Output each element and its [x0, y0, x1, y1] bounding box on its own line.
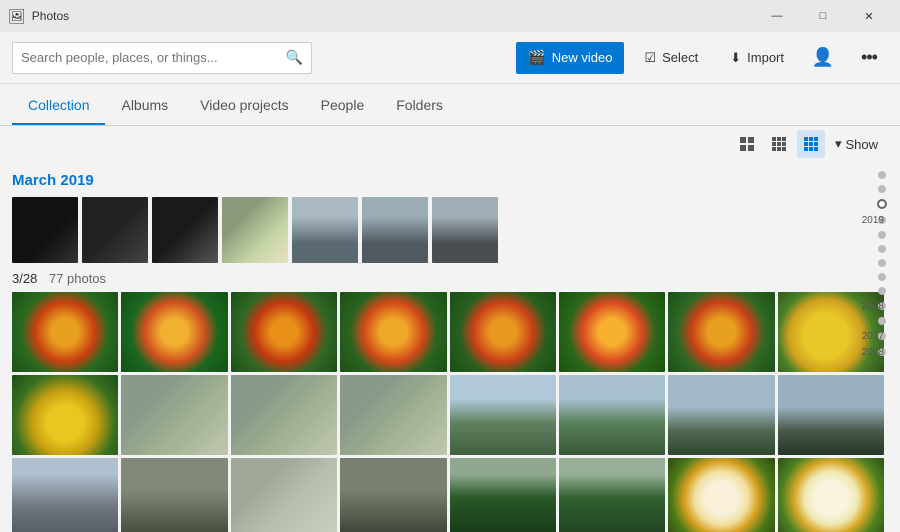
list-item[interactable] [432, 197, 498, 263]
date-label: 3/28 77 photos [12, 271, 884, 286]
list-item[interactable] [231, 458, 337, 532]
list-item[interactable] [12, 458, 118, 532]
list-item[interactable] [559, 375, 665, 455]
timeline-year-2017[interactable]: 2017 [862, 331, 884, 342]
view-options: ▾ Show [0, 126, 900, 160]
list-item[interactable] [12, 292, 118, 372]
list-item[interactable] [340, 292, 446, 372]
import-icon: ⬇ [730, 50, 741, 66]
nav-tabs: Collection Albums Video projects People … [0, 84, 900, 126]
list-item[interactable] [450, 375, 556, 455]
list-item[interactable] [121, 292, 227, 372]
import-button[interactable]: ⬇ Import [718, 42, 796, 74]
maximize-button[interactable]: □ [800, 0, 846, 32]
title-bar-controls: — □ ✕ [754, 0, 892, 32]
list-item[interactable] [121, 458, 227, 532]
timeline-dot[interactable] [878, 231, 886, 239]
list-item[interactable] [12, 375, 118, 455]
show-chevron-icon: ▾ [835, 136, 842, 152]
list-item[interactable] [668, 375, 774, 455]
list-item[interactable] [231, 292, 337, 372]
toolbar: 🔍 🎬 New video ☑ Select ⬇ Import 👤 ••• [0, 32, 900, 84]
photo-row-3 [12, 458, 884, 532]
photo-row-2 [12, 375, 884, 455]
tab-video-projects[interactable]: Video projects [184, 87, 304, 125]
list-item[interactable] [222, 197, 288, 263]
timeline-year-2008[interactable]: 2008 [862, 347, 884, 358]
view-medium-grid-button[interactable] [765, 130, 793, 158]
tab-collection[interactable]: Collection [12, 87, 105, 125]
list-item[interactable] [450, 458, 556, 532]
timeline-dot[interactable] [878, 185, 886, 193]
tab-albums[interactable]: Albums [105, 87, 184, 125]
list-item[interactable] [12, 197, 78, 263]
list-item[interactable] [340, 458, 446, 532]
app-icon: 🖼 [8, 8, 26, 25]
timeline-year-2018[interactable]: 2018 [862, 301, 884, 312]
list-item[interactable] [152, 197, 218, 263]
timeline-dot[interactable] [878, 287, 886, 295]
app-title: Photos [32, 9, 69, 23]
timeline-dot-active[interactable] [877, 199, 887, 209]
title-bar: 🖼 Photos — □ ✕ [0, 0, 900, 32]
list-item[interactable] [559, 458, 665, 532]
list-item[interactable] [362, 197, 428, 263]
search-icon: 🔍 [286, 49, 303, 66]
timeline-year-2019[interactable]: 2019 [862, 215, 884, 226]
view-small-grid-button[interactable] [733, 130, 761, 158]
list-item[interactable] [340, 375, 446, 455]
section-title: March 2019 [12, 172, 884, 189]
close-button[interactable]: ✕ [846, 0, 892, 32]
list-item[interactable] [82, 197, 148, 263]
timeline-dot[interactable] [878, 273, 886, 281]
search-box[interactable]: 🔍 [12, 42, 312, 74]
list-item[interactable] [559, 292, 665, 372]
list-item[interactable] [668, 292, 774, 372]
list-item[interactable] [231, 375, 337, 455]
new-video-button[interactable]: 🎬 New video [516, 42, 624, 74]
timeline-sidebar: 2019 2018 2017 2008 [864, 160, 900, 532]
tab-folders[interactable]: Folders [380, 87, 459, 125]
list-item[interactable] [450, 292, 556, 372]
list-item[interactable] [292, 197, 358, 263]
timeline-dot[interactable] [878, 171, 886, 179]
view-large-grid-button[interactable] [797, 130, 825, 158]
list-item[interactable] [668, 458, 774, 532]
main-content: March 2019 3/28 77 photos [0, 160, 900, 532]
photo-row-1 [12, 292, 884, 372]
video-icon: 🎬 [528, 49, 545, 66]
timeline-dot[interactable] [878, 317, 886, 325]
title-bar-left: 🖼 Photos [8, 8, 69, 25]
top-photo-strip [12, 197, 884, 263]
tab-people[interactable]: People [305, 87, 381, 125]
select-icon: ☑ [644, 50, 656, 66]
show-button[interactable]: ▾ Show [829, 132, 884, 156]
account-button[interactable]: 👤 [804, 42, 842, 74]
minimize-button[interactable]: — [754, 0, 800, 32]
list-item[interactable] [121, 375, 227, 455]
timeline-dot[interactable] [878, 245, 886, 253]
search-input[interactable] [21, 50, 280, 65]
select-button[interactable]: ☑ Select [632, 42, 710, 74]
more-options-button[interactable]: ••• [850, 42, 888, 74]
timeline-dot[interactable] [878, 259, 886, 267]
